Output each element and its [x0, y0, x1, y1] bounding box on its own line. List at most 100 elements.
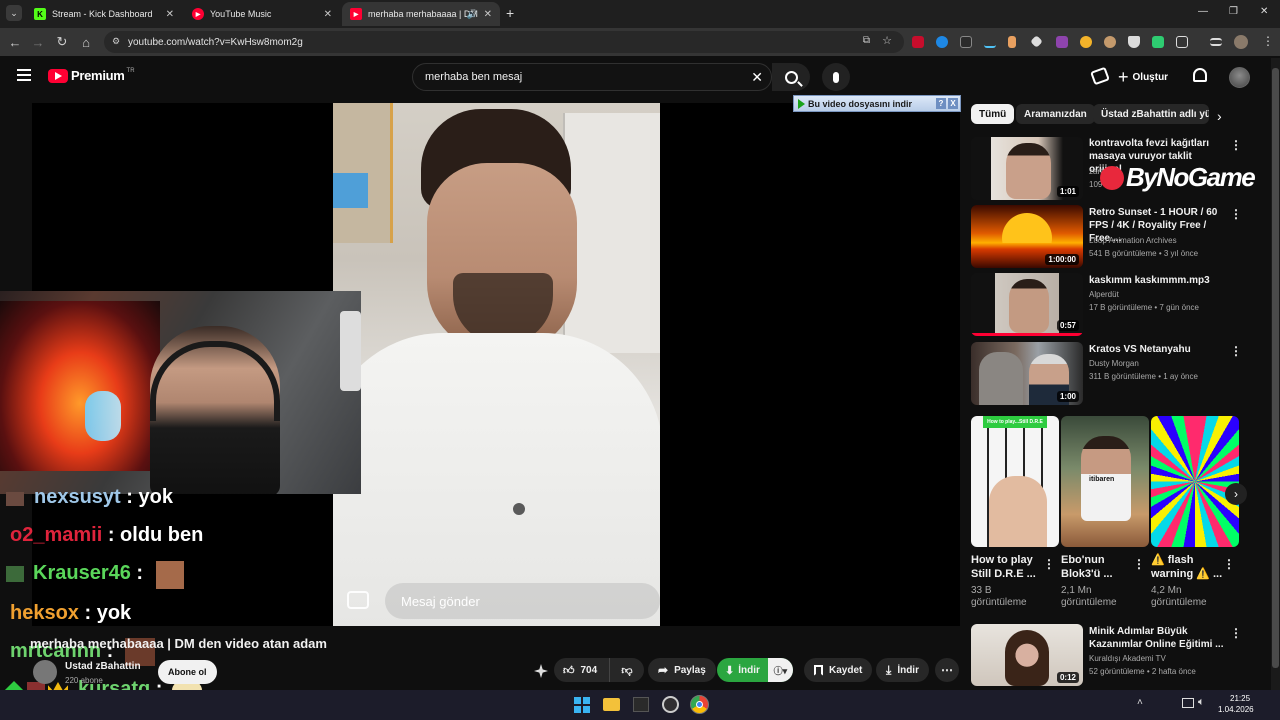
shorts-next-button[interactable]: › [1225, 483, 1247, 505]
extension-yellow-icon[interactable] [1080, 36, 1092, 48]
maximize-button[interactable]: ❐ [1229, 6, 1238, 17]
tab-youtube-video[interactable]: ▶ merhaba merhabaaaa | DM 🔊 ✕ [342, 2, 500, 26]
video-channel[interactable]: Alperdüt [1089, 290, 1119, 299]
voice-search-button[interactable] [822, 63, 850, 91]
extension-purple-icon[interactable] [1056, 36, 1068, 48]
media-control-icon[interactable] [1210, 38, 1222, 46]
obs-studio-icon[interactable] [662, 696, 679, 713]
short-title[interactable]: ⚠️ flash warning ⚠️ ... [1151, 553, 1229, 581]
clock-time[interactable]: 21:25 [1230, 694, 1250, 703]
chrome-icon[interactable] [690, 695, 709, 714]
search-input[interactable]: merhaba ben mesaj ✕ [412, 63, 772, 91]
video-thumbnail[interactable]: 0:12 [971, 624, 1083, 686]
video-thumbnail[interactable]: 1:00:00 [971, 205, 1083, 268]
extension-box-icon[interactable] [960, 36, 972, 48]
video-thumbnail[interactable]: 1:01 [971, 137, 1083, 200]
account-avatar[interactable] [1229, 67, 1250, 88]
camera-icon[interactable] [347, 591, 369, 609]
clear-search-icon[interactable]: ✕ [751, 69, 763, 86]
close-icon[interactable]: ✕ [166, 9, 174, 20]
close-icon[interactable]: ✕ [324, 9, 332, 20]
extension-green-icon[interactable] [1152, 36, 1164, 48]
chip-all[interactable]: Tümü [971, 104, 1015, 124]
video-frame[interactable]: Mesaj gönder [333, 103, 660, 626]
video-title[interactable]: Minik Adımlar Büyük Kazanımlar Online Eğ… [1089, 625, 1224, 651]
hamburger-menu-icon[interactable] [17, 69, 31, 81]
forward-arrow-icon[interactable]: → [30, 34, 46, 50]
video-channel[interactable]: Kuraldışı Akademi TV [1089, 654, 1166, 663]
short-thumbnail[interactable]: itibaren [1061, 416, 1149, 547]
save-button[interactable]: Kaydet [804, 658, 873, 682]
extension-diamond-icon[interactable] [1030, 35, 1043, 48]
volume-icon[interactable]: 🔈︎ [1198, 696, 1205, 709]
video-thumbnail[interactable]: 1:00 [971, 342, 1083, 405]
new-tab-button[interactable]: + [506, 5, 514, 21]
short-title[interactable]: Ebo'nun Blok3'ü ... [1061, 553, 1139, 581]
short-title[interactable]: How to play Still D.R.E ... [971, 553, 1049, 581]
more-vertical-icon[interactable]: ⋮ [1133, 557, 1145, 571]
download-extension-button[interactable]: ⬇ İndir ⓘ▾ [717, 658, 793, 682]
browser-menu-icon[interactable]: ⋮ [1262, 34, 1274, 48]
more-vertical-icon[interactable]: ⋮ [1230, 626, 1242, 640]
page-scrollbar[interactable] [1271, 58, 1280, 690]
sparkle-ask-icon[interactable] [534, 664, 548, 678]
short-thumbnail[interactable]: How to play...Still D.R.E [971, 416, 1059, 547]
more-vertical-icon[interactable]: ⋮ [1223, 557, 1235, 571]
scrollbar-thumb[interactable] [1272, 68, 1279, 668]
dislike-button[interactable]: 👎︎ [610, 664, 644, 677]
video-thumbnail[interactable]: 0:57 [971, 273, 1083, 336]
minimize-button[interactable]: — [1198, 6, 1208, 17]
channel-avatar[interactable] [33, 660, 57, 684]
extensions-puzzle-icon[interactable] [1176, 36, 1188, 48]
download-video-banner[interactable]: Bu video dosyasını indir ? X [793, 95, 961, 112]
home-icon[interactable]: ⌂ [78, 34, 94, 50]
chevron-up-icon[interactable]: ˄ [1137, 697, 1143, 708]
more-vertical-icon[interactable]: ⋮ [1230, 138, 1242, 152]
window-close-button[interactable]: ✕ [1260, 6, 1268, 17]
short-thumbnail[interactable] [1151, 416, 1239, 547]
windows-start-icon[interactable] [574, 697, 590, 713]
extension-bottle-icon[interactable] [1008, 36, 1016, 48]
chevron-right-icon[interactable]: › [1217, 108, 1222, 124]
reload-icon[interactable]: ↻ [54, 34, 70, 50]
message-input-bar[interactable]: Mesaj gönder [385, 583, 660, 619]
close-icon[interactable]: ✕ [484, 9, 492, 20]
channel-name[interactable]: Ustad zBahattin [65, 661, 141, 672]
audio-playing-icon[interactable]: 🔊 [467, 9, 478, 20]
install-app-icon[interactable]: ⧉ [863, 35, 870, 46]
video-title[interactable]: Kratos VS Netanyahu [1089, 343, 1224, 356]
youtube-premium-logo[interactable]: Premium TR [48, 68, 135, 83]
download-options-icon[interactable]: ⓘ▾ [767, 658, 793, 682]
notifications-bell-icon[interactable] [1193, 68, 1207, 82]
chip-from-search[interactable]: Aramanızdan [1016, 104, 1095, 124]
adblock-plus-icon[interactable] [912, 36, 924, 48]
tab-search-icon[interactable]: ⌄ [6, 5, 22, 21]
search-button[interactable] [772, 63, 810, 91]
tab-youtube-music[interactable]: ▶ YouTube Music ✕ [184, 2, 340, 26]
chip-from-channel[interactable]: Üstad zBahattin adlı yük [1093, 104, 1209, 124]
bookmark-star-icon[interactable]: ☆ [882, 34, 892, 47]
network-icon[interactable] [1182, 698, 1194, 708]
cast-icon[interactable] [1090, 66, 1110, 86]
more-actions-button[interactable]: ⋯ [935, 658, 959, 682]
like-button[interactable]: 👍︎ 704 [554, 658, 610, 682]
extension-cookie-icon[interactable] [1104, 36, 1116, 48]
share-button[interactable]: ➦ Paylaş [648, 658, 716, 682]
video-channel[interactable]: Loop Animation Archives [1089, 236, 1177, 245]
terminal-app-icon[interactable] [633, 697, 649, 712]
banner-help-button[interactable]: ? [936, 98, 946, 109]
video-title[interactable]: kaskımm kaskımmm.mp3 [1089, 274, 1224, 287]
create-button[interactable]: + Oluştur [1118, 65, 1168, 89]
profile-avatar[interactable] [1234, 35, 1248, 49]
clock-date[interactable]: 1.04.2026 [1218, 705, 1254, 714]
download-button[interactable]: ⤓ İndir [876, 658, 929, 682]
extension-blue-icon[interactable] [936, 36, 948, 48]
address-bar[interactable]: ⚙ youtube.com/watch?v=KwHsw8mom2g ⧉ ☆ [104, 31, 904, 53]
extension-shield-icon[interactable] [1128, 36, 1140, 48]
file-explorer-icon[interactable] [603, 698, 620, 711]
video-channel[interactable]: Dusty Morgan [1089, 359, 1139, 368]
banner-close-button[interactable]: X [948, 98, 958, 109]
extension-underscore-icon[interactable] [984, 36, 996, 48]
more-vertical-icon[interactable]: ⋮ [1230, 344, 1242, 358]
back-arrow-icon[interactable]: ← [7, 34, 23, 50]
